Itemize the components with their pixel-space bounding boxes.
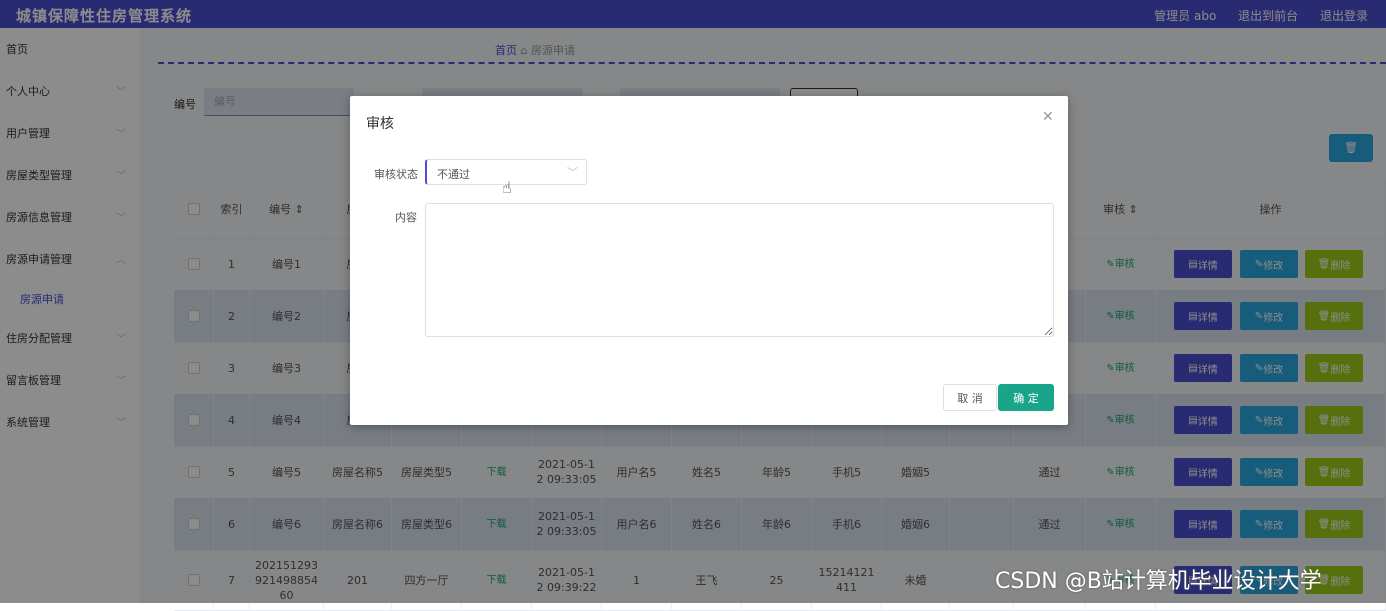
status-label: 审核状态 [374,168,418,181]
content-label: 内容 [395,211,417,224]
content-textarea[interactable] [425,203,1054,337]
audit-dialog: 审核 ✕ 审核状态 不通过 ﹀ 内容 取 消 确 定 [350,96,1068,425]
close-icon[interactable]: ✕ [1042,109,1054,125]
hand-cursor-icon: ☝ [502,178,512,197]
cancel-button[interactable]: 取 消 [943,384,997,411]
dialog-title: 审核 [366,116,394,132]
chevron-down-icon: ﹀ [567,166,578,179]
watermark: CSDN @B站计算机毕业设计大学 [995,569,1322,594]
confirm-button[interactable]: 确 定 [998,384,1054,411]
status-select-value: 不通过 [437,168,470,181]
